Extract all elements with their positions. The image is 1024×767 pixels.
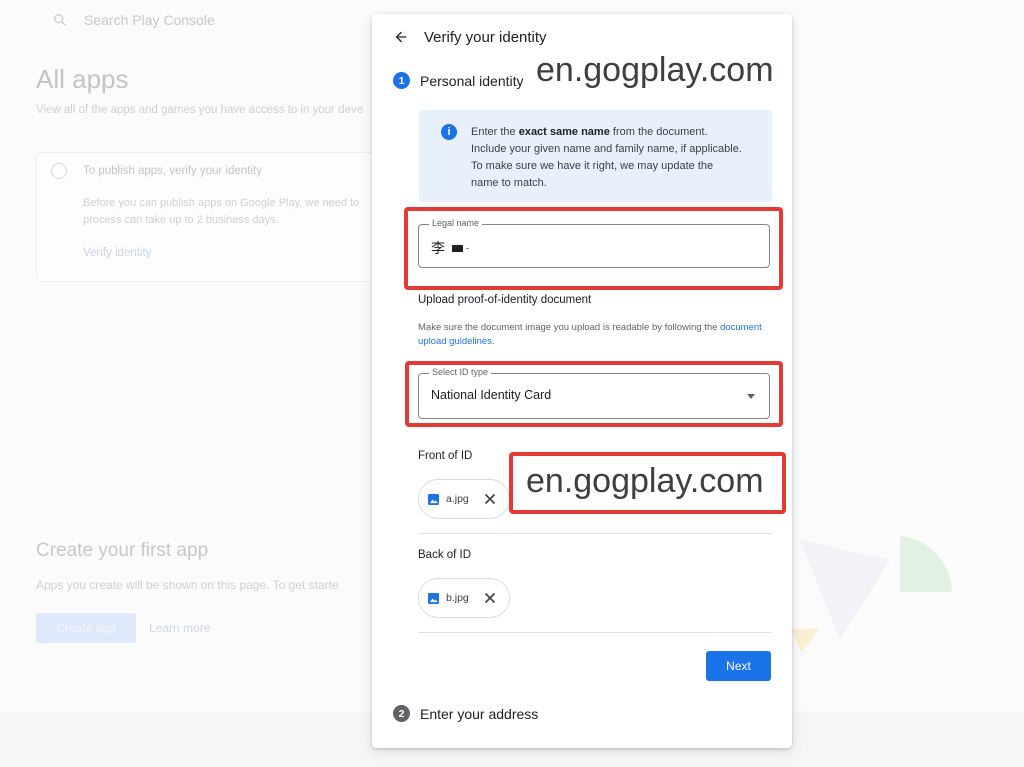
next-button[interactable]: Next — [706, 651, 771, 681]
page-subtitle: View all of the apps and games you have … — [36, 104, 364, 116]
remove-file-icon[interactable] — [481, 589, 499, 607]
image-icon — [428, 592, 439, 604]
image-icon — [428, 493, 439, 505]
step-label: Personal identity — [420, 72, 524, 89]
back-id-file-chip: b.jpg — [418, 578, 510, 618]
search-icon — [53, 13, 66, 26]
create-app-button: Create app — [36, 613, 136, 643]
upload-section-title: Upload proof-of-identity document — [418, 294, 592, 306]
step-label: Enter your address — [420, 705, 539, 722]
info-icon — [51, 163, 67, 179]
front-id-filename: a.jpg — [446, 493, 469, 505]
decorative-illustration — [790, 536, 952, 652]
divider — [418, 533, 772, 534]
step-enter-address[interactable]: 2 Enter your address — [393, 705, 538, 722]
dialog-header: Verify your identity — [392, 28, 547, 46]
info-text: Enter the exact same name from the docum… — [471, 126, 742, 189]
info-banner: i Enter the exact same name from the doc… — [419, 110, 772, 202]
step-number-badge: 2 — [393, 705, 410, 722]
front-id-file-chip: a.jpg — [418, 479, 510, 519]
step-personal-identity: 1 Personal identity — [393, 72, 524, 89]
divider — [418, 632, 772, 633]
highlight-box-id-type — [405, 361, 783, 427]
verify-card: To publish apps, verify your identity Be… — [36, 152, 378, 282]
verify-card-title: To publish apps, verify your identity — [83, 165, 262, 177]
info-icon: i — [441, 124, 457, 140]
highlight-box-legal-name — [404, 207, 783, 290]
search-placeholder: Search Play Console — [84, 12, 215, 28]
step-number-badge: 1 — [393, 72, 410, 89]
create-app-title: Create your first app — [36, 540, 209, 561]
page-title: All apps — [36, 64, 129, 94]
back-id-filename: b.jpg — [446, 592, 469, 604]
watermark-text: en.gogplay.com — [536, 51, 774, 89]
search-bar: Search Play Console — [52, 12, 215, 28]
verify-identity-link: Verify identity — [83, 247, 152, 259]
dialog-title: Verify your identity — [424, 28, 547, 46]
front-of-id-title: Front of ID — [418, 450, 473, 462]
watermark-text: en.gogplay.com — [526, 462, 764, 500]
learn-more-link: Learn more — [149, 621, 211, 635]
back-of-id-title: Back of ID — [418, 549, 472, 561]
verify-card-body: Before you can publish apps on Google Pl… — [83, 197, 360, 226]
create-app-subtitle: Apps you create will be shown on this pa… — [36, 578, 339, 592]
back-arrow-icon[interactable] — [392, 28, 410, 46]
upload-description: Make sure the document image you upload … — [418, 322, 762, 347]
remove-file-icon[interactable] — [481, 490, 499, 508]
